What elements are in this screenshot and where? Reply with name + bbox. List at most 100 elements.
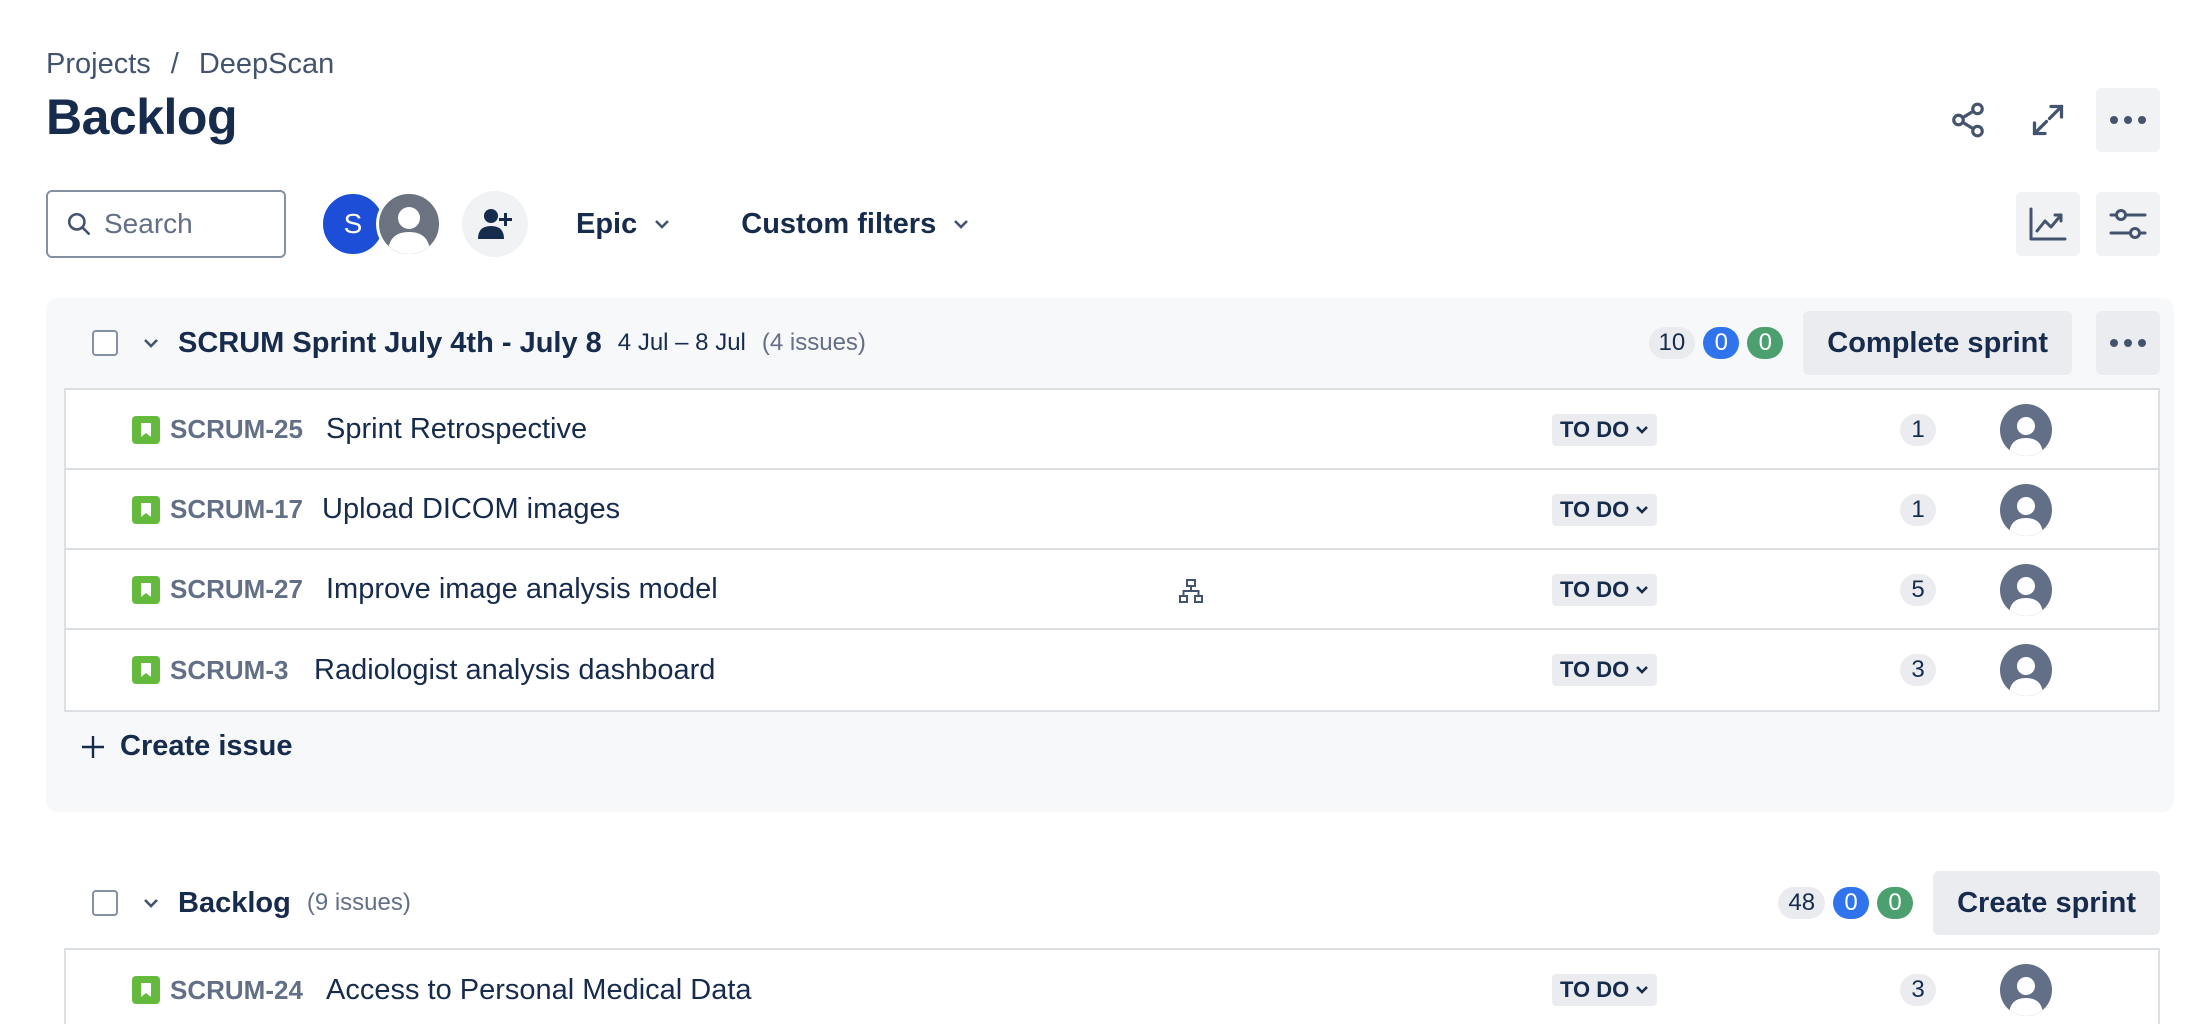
chevron-down-icon	[144, 339, 158, 348]
epic-filter-dropdown[interactable]: Epic	[576, 208, 671, 241]
story-icon	[132, 656, 160, 684]
assignee-avatar[interactable]	[2000, 484, 2052, 536]
view-settings-icon	[2109, 209, 2147, 239]
page-title: Backlog	[46, 89, 238, 145]
assignee-avatar[interactable]	[2000, 404, 2052, 456]
issue-row[interactable]: SCRUM-17 Upload DICOM images TO DO 1	[66, 470, 2158, 550]
header-actions	[1936, 88, 2160, 152]
chevron-down-icon	[655, 220, 670, 229]
more-icon	[2110, 339, 2146, 347]
sprint-issue-list: SCRUM-25 Sprint Retrospective TO DO 1 SC…	[64, 388, 2160, 712]
breadcrumb: Projects / DeepScan	[46, 46, 334, 82]
sprint-title[interactable]: SCRUM Sprint July 4th - July 8	[178, 327, 602, 360]
assignee-avatar[interactable]	[2000, 564, 2052, 616]
backlog-select-checkbox[interactable]	[92, 890, 118, 916]
avatar-unassigned[interactable]	[376, 191, 442, 257]
issue-row[interactable]: SCRUM-3 Radiologist analysis dashboard T…	[66, 630, 2158, 710]
sprint-header: SCRUM Sprint July 4th - July 8 4 Jul – 8…	[46, 308, 2160, 378]
sprint-select-checkbox[interactable]	[92, 330, 118, 356]
breadcrumb-separator: /	[170, 47, 179, 80]
chevron-down-icon	[144, 899, 158, 908]
breadcrumb-projects[interactable]: Projects	[46, 48, 151, 81]
backlog-header: Backlog (9 issues) 48 0 0 Create sprint	[46, 868, 2160, 938]
view-settings-button[interactable]	[2096, 192, 2160, 256]
epic-filter-label: Epic	[576, 207, 638, 240]
sprint-dates: 4 Jul – 8 Jul	[617, 329, 746, 356]
more-actions-button[interactable]	[2096, 88, 2160, 152]
issue-summary[interactable]: Upload DICOM images	[322, 493, 620, 526]
status-dropdown[interactable]: TO DO	[1552, 574, 1658, 606]
in-progress-points-badge: 0	[1703, 327, 1740, 359]
insights-button[interactable]	[2016, 192, 2080, 256]
chevron-down-icon	[1636, 586, 1649, 594]
more-icon	[2110, 116, 2146, 124]
backlog-issue-count: (9 issues)	[306, 889, 411, 916]
story-points-badge[interactable]: 3	[1900, 974, 1936, 1006]
person-icon	[2009, 577, 2043, 616]
issue-key[interactable]: SCRUM-3	[170, 655, 288, 686]
issue-summary[interactable]: Access to Personal Medical Data	[326, 974, 752, 1007]
status-dropdown[interactable]: TO DO	[1552, 654, 1658, 686]
create-issue-button[interactable]: Create issue	[80, 730, 293, 763]
status-dropdown[interactable]: TO DO	[1552, 414, 1658, 446]
child-issues-icon[interactable]	[1178, 578, 1204, 604]
assignee-avatar[interactable]	[2000, 644, 2052, 696]
story-points-badge[interactable]: 1	[1900, 494, 1936, 526]
sprint-more-button[interactable]	[2096, 311, 2160, 375]
issue-key[interactable]: SCRUM-27	[170, 574, 303, 605]
status-label: TO DO	[1560, 497, 1630, 522]
plus-icon	[82, 735, 104, 758]
sprint-issue-count: (4 issues)	[761, 329, 866, 356]
sprint-collapse-toggle[interactable]	[138, 330, 164, 356]
search-placeholder: Search	[104, 208, 193, 239]
story-icon	[132, 416, 160, 444]
story-points-badge[interactable]: 5	[1900, 574, 1936, 606]
done-points-badge: 0	[1877, 887, 1914, 919]
fullscreen-button[interactable]	[2016, 88, 2080, 152]
backlog-collapse-toggle[interactable]	[138, 890, 164, 916]
issue-key[interactable]: SCRUM-17	[170, 494, 303, 525]
custom-filters-dropdown[interactable]: Custom filters	[741, 208, 970, 241]
share-button[interactable]	[1936, 88, 2000, 152]
status-dropdown[interactable]: TO DO	[1552, 974, 1658, 1006]
story-points-badge[interactable]: 3	[1900, 654, 1936, 686]
todo-points-badge: 48	[1778, 887, 1826, 919]
custom-filters-label: Custom filters	[741, 207, 937, 240]
status-label: TO DO	[1560, 977, 1630, 1002]
status-dropdown[interactable]: TO DO	[1552, 494, 1658, 526]
issue-row[interactable]: SCRUM-24 Access to Personal Medical Data…	[66, 950, 2158, 1024]
issue-row[interactable]: SCRUM-27 Improve image analysis model TO…	[66, 550, 2158, 630]
status-label: TO DO	[1560, 417, 1630, 442]
chevron-down-icon	[954, 220, 969, 229]
status-label: TO DO	[1560, 657, 1630, 682]
issue-summary[interactable]: Sprint Retrospective	[326, 413, 587, 446]
breadcrumb-project[interactable]: DeepScan	[199, 48, 334, 81]
issue-key[interactable]: SCRUM-25	[170, 414, 303, 445]
story-icon	[132, 976, 160, 1004]
story-points-badge[interactable]: 1	[1900, 414, 1936, 446]
backlog-title[interactable]: Backlog	[178, 887, 291, 920]
create-issue-label: Create issue	[120, 730, 293, 762]
search-input[interactable]: Search	[46, 190, 286, 258]
add-people-button[interactable]	[462, 191, 528, 257]
status-label: TO DO	[1560, 577, 1630, 602]
issue-key[interactable]: SCRUM-24	[170, 975, 303, 1006]
issue-summary[interactable]: Improve image analysis model	[326, 573, 718, 606]
done-points-badge: 0	[1747, 327, 1784, 359]
issue-row[interactable]: SCRUM-25 Sprint Retrospective TO DO 1	[66, 390, 2158, 470]
create-sprint-button[interactable]: Create sprint	[1933, 871, 2160, 935]
person-icon	[2009, 657, 2043, 696]
add-person-icon	[478, 209, 512, 239]
share-icon	[1952, 102, 1984, 138]
filter-toolbar: Search S Epic Custom filters	[46, 190, 2160, 258]
issue-summary[interactable]: Radiologist analysis dashboard	[314, 654, 715, 687]
backlog-issue-list: SCRUM-24 Access to Personal Medical Data…	[64, 948, 2160, 1024]
complete-sprint-button[interactable]: Complete sprint	[1803, 311, 2072, 375]
avatar-group: S	[320, 191, 442, 257]
person-icon	[2009, 497, 2043, 536]
insights-icon	[2029, 207, 2067, 241]
assignee-avatar[interactable]	[2000, 964, 2052, 1016]
story-icon	[132, 576, 160, 604]
person-icon	[388, 207, 430, 254]
person-icon	[2009, 977, 2043, 1016]
